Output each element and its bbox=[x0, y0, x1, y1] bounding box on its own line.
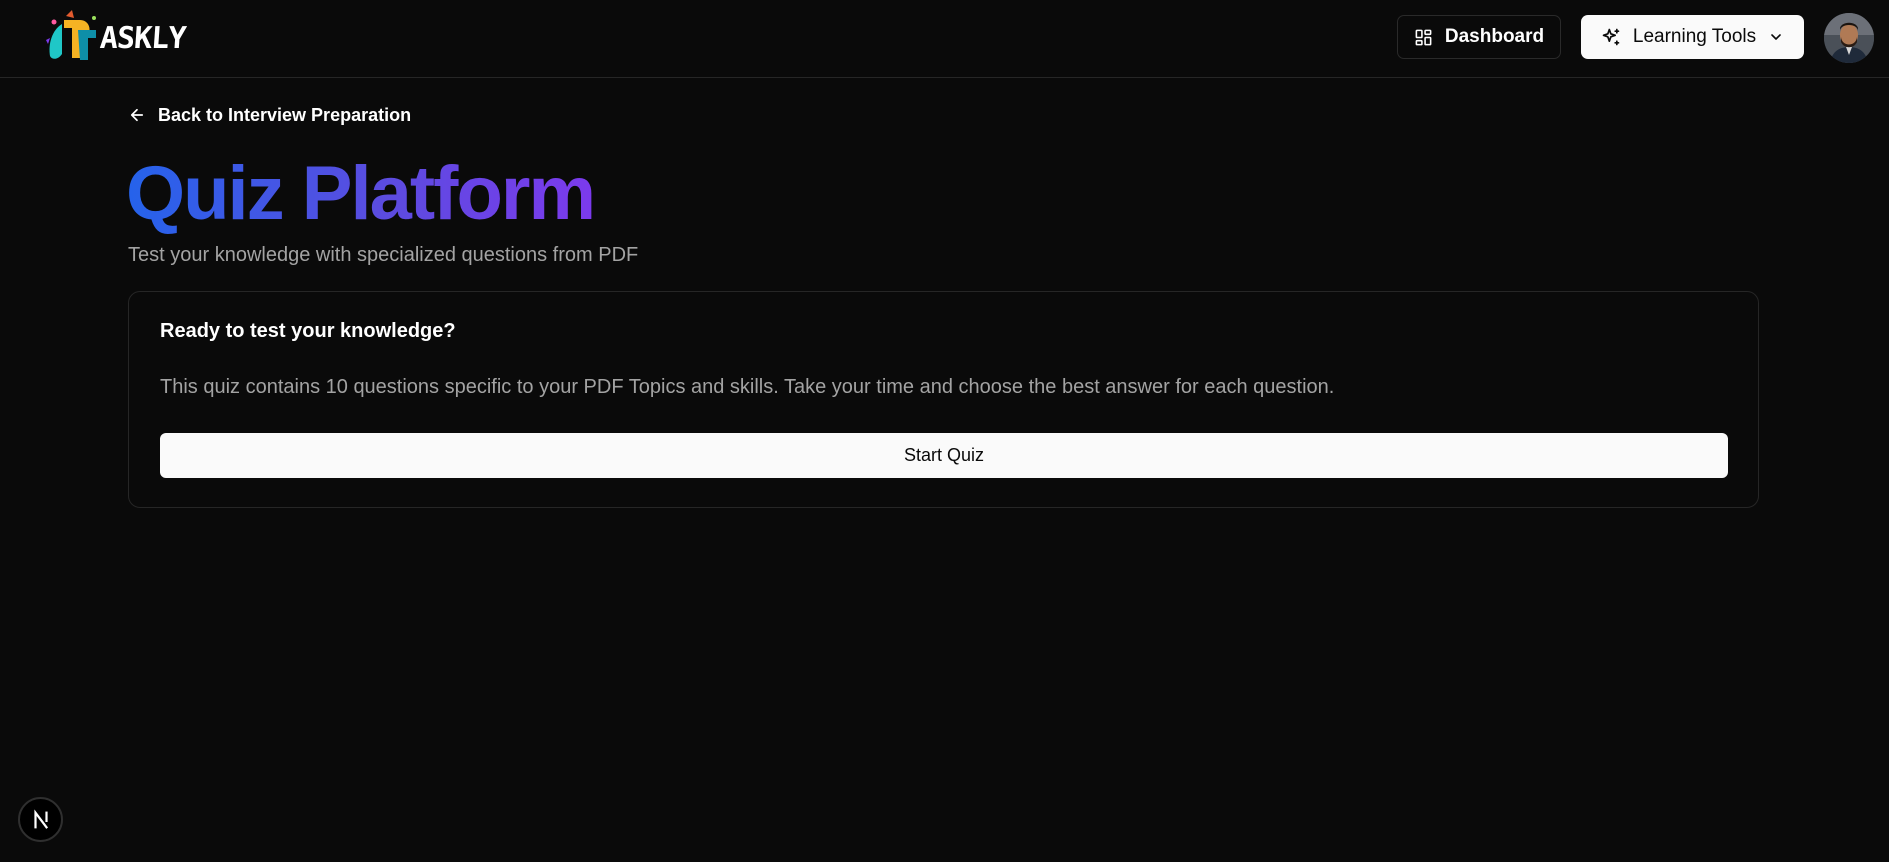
dashboard-button-label: Dashboard bbox=[1444, 26, 1545, 47]
logo-wordmark: ASKLY bbox=[98, 20, 187, 56]
card-description: This quiz contains 10 questions specific… bbox=[160, 376, 1335, 398]
page-subtitle: Test your knowledge with specialized que… bbox=[128, 244, 639, 266]
arrow-left-icon bbox=[130, 108, 144, 122]
user-avatar[interactable] bbox=[1824, 13, 1874, 63]
chevron-down-icon bbox=[1771, 34, 1781, 40]
quiz-intro-card: Ready to test your knowledge? This quiz … bbox=[128, 291, 1759, 508]
app-logo[interactable]: ASKLY bbox=[42, 10, 202, 66]
back-to-interview-link[interactable]: Back to Interview Preparation bbox=[128, 103, 411, 127]
sparkles-icon bbox=[1602, 28, 1620, 46]
learning-tools-dropdown[interactable]: Learning Tools bbox=[1581, 15, 1804, 59]
avatar-photo-icon bbox=[1824, 13, 1874, 63]
card-title: Ready to test your knowledge? bbox=[160, 320, 456, 342]
dashboard-button[interactable]: Dashboard bbox=[1397, 15, 1561, 59]
top-navbar: ASKLY Dashboard Learning Tools bbox=[0, 0, 1889, 78]
nextjs-dev-indicator-button[interactable] bbox=[18, 797, 63, 842]
learning-tools-label: Learning Tools bbox=[1632, 26, 1757, 47]
back-link-label: Back to Interview Preparation bbox=[158, 104, 412, 125]
layout-grid-icon bbox=[1415, 29, 1432, 45]
askly-logo-icon bbox=[46, 10, 96, 60]
start-quiz-button[interactable]: Start Quiz bbox=[160, 433, 1728, 478]
nextjs-logo-icon bbox=[33, 808, 48, 829]
page-title: Quiz Platform bbox=[126, 148, 596, 240]
